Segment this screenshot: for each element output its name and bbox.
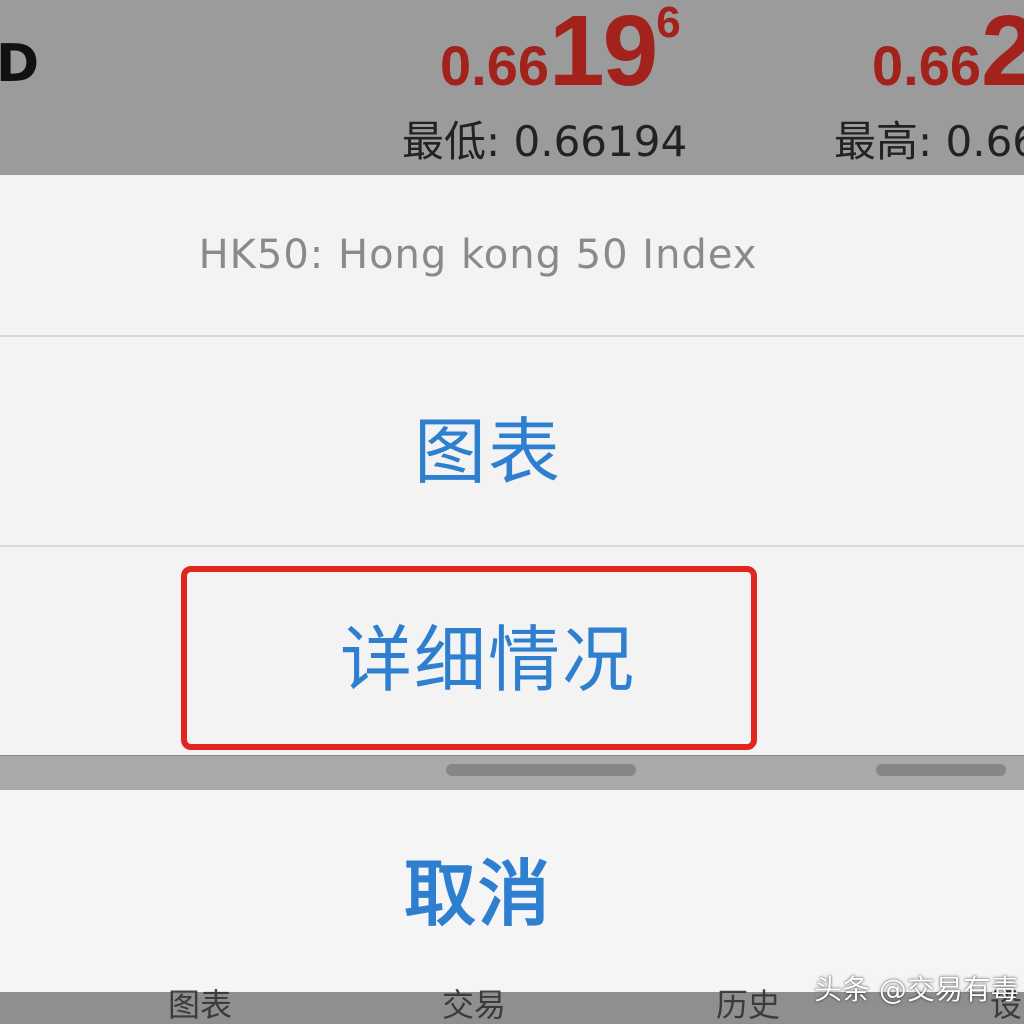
blurred-text bbox=[876, 764, 1006, 776]
high-price: 最高: 0.66 bbox=[834, 117, 1024, 166]
cancel-button-label: 取消 bbox=[403, 851, 552, 936]
bid-price: 0.66196 bbox=[440, 0, 681, 109]
symbol-label: D bbox=[0, 34, 39, 94]
action-sheet-title-text: HK50: Hong kong 50 Index bbox=[198, 232, 758, 278]
action-sheet: HK50: Hong kong 50 Index 图表 详细情况 bbox=[0, 175, 1024, 755]
ask-price-prefix: 0.66 bbox=[872, 34, 981, 97]
tab-history[interactable]: 历史 bbox=[716, 986, 780, 1024]
cancel-button[interactable]: 取消 bbox=[0, 790, 1024, 992]
details-button[interactable]: 详细情况 bbox=[0, 547, 1024, 755]
screen: D 0.66196 0.662 最低: 0.66194 最高: 0.66 HK5… bbox=[0, 0, 1024, 1024]
bid-price-prefix: 0.66 bbox=[440, 34, 549, 97]
action-sheet-title: HK50: Hong kong 50 Index bbox=[0, 175, 1024, 337]
chart-button[interactable]: 图表 bbox=[0, 337, 1024, 547]
ask-price: 0.662 bbox=[872, 0, 1024, 109]
blurred-text bbox=[446, 764, 636, 776]
tab-trade[interactable]: 交易 bbox=[442, 986, 506, 1024]
quote-row: D 0.66196 0.662 最低: 0.66194 最高: 0.66 bbox=[0, 0, 1024, 175]
details-button-label: 详细情况 bbox=[339, 617, 636, 702]
ask-price-big-digits: 2 bbox=[981, 0, 1024, 107]
bid-price-pipette: 6 bbox=[656, 0, 681, 47]
bid-price-big-digits: 19 bbox=[549, 0, 658, 107]
low-price: 最低: 0.66194 bbox=[402, 117, 688, 166]
chart-button-label: 图表 bbox=[413, 409, 562, 494]
watermark: 头条 @交易有毒 bbox=[814, 973, 1019, 1006]
background-content bbox=[0, 756, 1024, 790]
tab-charts[interactable]: 图表 bbox=[168, 986, 232, 1024]
